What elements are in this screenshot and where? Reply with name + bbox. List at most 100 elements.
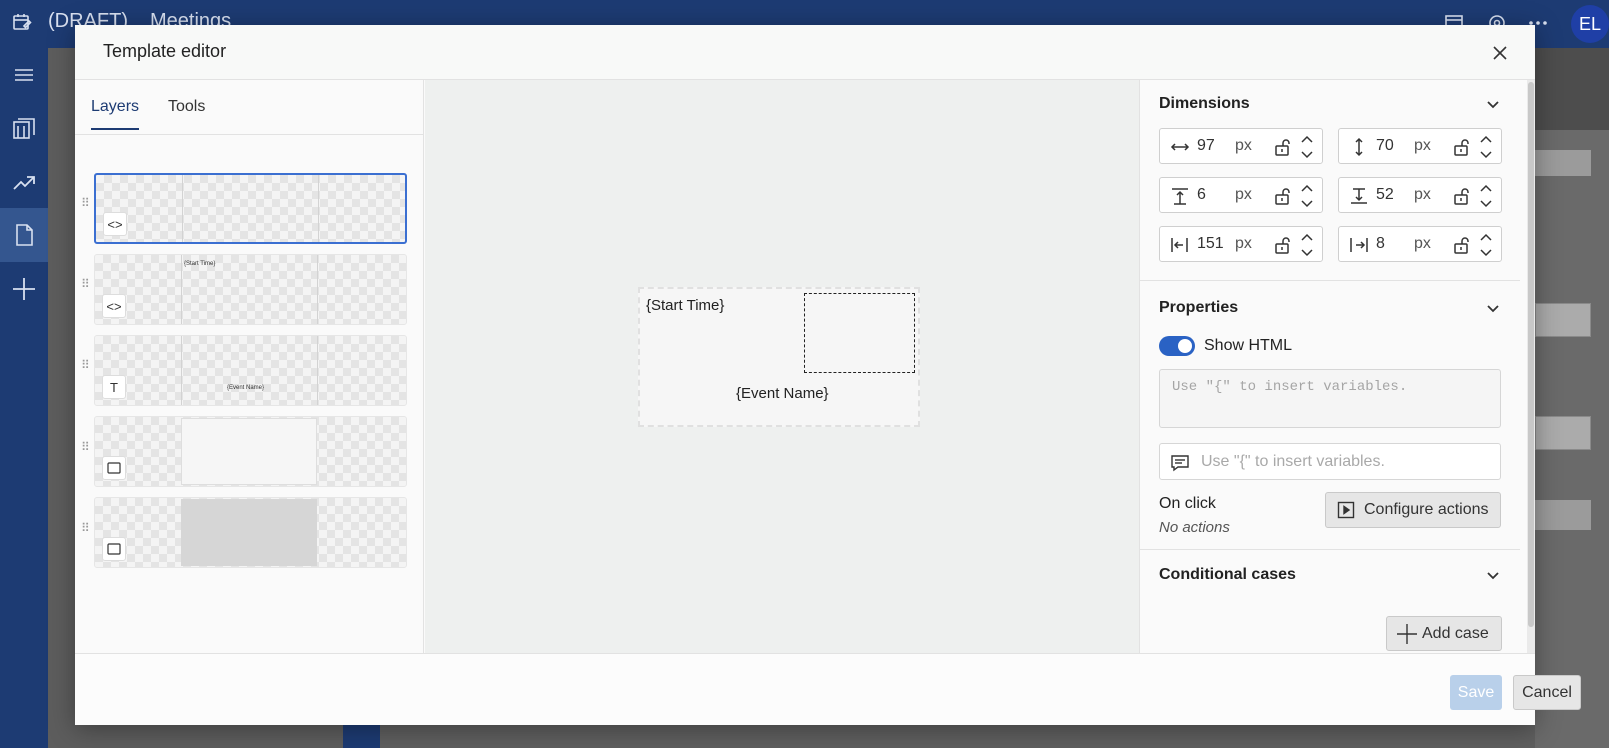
add-case-button[interactable]: Add case [1386,616,1502,651]
layer-guide [318,175,319,242]
layer-item[interactable]: <> [94,173,407,244]
unlock-icon[interactable] [1273,235,1293,255]
divider [1140,280,1520,281]
chevron-down-icon[interactable] [1484,300,1502,318]
background-accent-bar [343,725,380,748]
code-icon: <> [103,212,127,236]
align-right-icon [1350,238,1368,252]
save-button[interactable]: Save [1450,675,1502,710]
height-value[interactable]: 70 [1376,137,1394,155]
stepper-icon[interactable] [1478,133,1494,161]
editor-canvas[interactable]: {Start Time} {Event Name} [425,80,1139,653]
chevron-down-icon[interactable] [1484,96,1502,114]
modal-title: Template editor [103,41,227,61]
unlock-icon[interactable] [1452,137,1472,157]
height-field[interactable]: 70 px [1338,128,1502,164]
library-icon[interactable] [0,102,48,156]
bottom-offset-unit: px [1414,186,1431,203]
menu-icon[interactable] [0,48,48,102]
stepper-icon[interactable] [1478,182,1494,210]
layer-item[interactable] [94,497,407,568]
show-html-label: Show HTML [1204,337,1293,354]
no-actions-text: No actions [1159,519,1230,536]
code-icon: <> [102,294,126,318]
modal-footer: Save Cancel [75,653,1581,725]
configure-actions-label: Configure actions [1364,501,1489,518]
height-unit: px [1414,137,1431,154]
unlock-icon[interactable] [1273,137,1293,157]
play-box-icon [1337,501,1355,519]
background-percent-field [1535,303,1591,337]
left-offset-value[interactable]: 151 [1197,235,1224,253]
tab-tools[interactable]: Tools [168,98,205,128]
layer-preview-rect [181,418,317,485]
stepper-icon[interactable] [1299,231,1315,259]
document-icon[interactable] [0,208,48,262]
on-click-label: On click [1159,495,1216,512]
stepper-icon[interactable] [1299,182,1315,210]
layers-panel: Layers Tools ⠿ <> ⠿ {Start Time} <> ⠿ {E… [75,80,424,653]
layer-guide [182,175,183,242]
layer-guide [181,336,182,405]
layer-item[interactable]: {Event Name} T [94,335,407,406]
stepper-icon[interactable] [1478,231,1494,259]
unlock-icon[interactable] [1452,186,1472,206]
align-bottom-icon [1351,188,1367,204]
tooltip-input[interactable]: Use "{" to insert variables. [1159,443,1501,480]
rectangle-icon [102,456,126,480]
layer-guide [317,255,318,324]
template-preview[interactable]: {Start Time} {Event Name} [638,287,920,427]
properties-scrollbar[interactable] [1527,80,1535,653]
unlock-icon[interactable] [1452,235,1472,255]
show-html-toggle[interactable] [1159,336,1195,356]
modal-header: Template editor [75,25,1535,80]
horizontal-resize-icon [1170,143,1190,151]
configure-actions-button[interactable]: Configure actions [1325,492,1501,528]
left-offset-unit: px [1235,235,1252,252]
unlock-icon[interactable] [1273,186,1293,206]
right-offset-field[interactable]: 8 px [1338,226,1502,262]
width-field[interactable]: 97 px [1159,128,1323,164]
drag-handle-icon[interactable]: ⠿ [81,522,90,539]
layer-item[interactable]: {Start Time} <> [94,254,407,325]
right-offset-value[interactable]: 8 [1376,235,1385,253]
calendar-edit-icon [13,14,32,30]
drag-handle-icon[interactable]: ⠿ [81,441,90,458]
width-value[interactable]: 97 [1197,137,1215,155]
add-case-label: Add case [1422,624,1489,642]
plus-icon [1397,623,1417,644]
html-input[interactable]: Use "{" to insert variables. [1159,369,1501,428]
tab-layers[interactable]: Layers [91,98,140,130]
scrollbar-thumb[interactable] [1528,82,1534,627]
width-unit: px [1235,137,1252,154]
panel-tabs: Layers Tools [75,80,423,135]
text-icon: T [102,375,126,399]
top-offset-field[interactable]: 6 px [1159,177,1323,213]
close-button[interactable] [1487,40,1513,66]
avatar[interactable]: EL [1571,5,1609,43]
preview-event-name[interactable]: {Event Name} [736,385,829,402]
close-icon [1493,46,1507,60]
selected-element-outline[interactable] [804,293,915,373]
background-field [1535,150,1591,176]
background-field [1535,416,1591,450]
template-editor-modal: Template editor Layers Tools ⠿ <> ⠿ {Sta… [75,25,1581,725]
top-offset-value[interactable]: 6 [1197,186,1206,204]
layer-preview-text: {Start Time} [184,261,216,267]
drag-handle-icon[interactable]: ⠿ [81,197,90,214]
drag-handle-icon[interactable]: ⠿ [81,278,90,295]
right-offset-unit: px [1414,235,1431,252]
chevron-down-icon[interactable] [1484,567,1502,585]
stepper-icon[interactable] [1299,133,1315,161]
properties-title: Properties [1159,299,1239,316]
preview-start-time[interactable]: {Start Time} [646,297,724,314]
cancel-button[interactable]: Cancel [1513,675,1581,710]
add-icon[interactable] [0,262,48,316]
left-offset-field[interactable]: 151 px [1159,226,1323,262]
layer-item[interactable] [94,416,407,487]
align-left-icon [1171,238,1188,252]
trending-icon[interactable] [0,156,48,210]
drag-handle-icon[interactable]: ⠿ [81,359,90,376]
bottom-offset-field[interactable]: 52 px [1338,177,1502,213]
bottom-offset-value[interactable]: 52 [1376,186,1394,204]
